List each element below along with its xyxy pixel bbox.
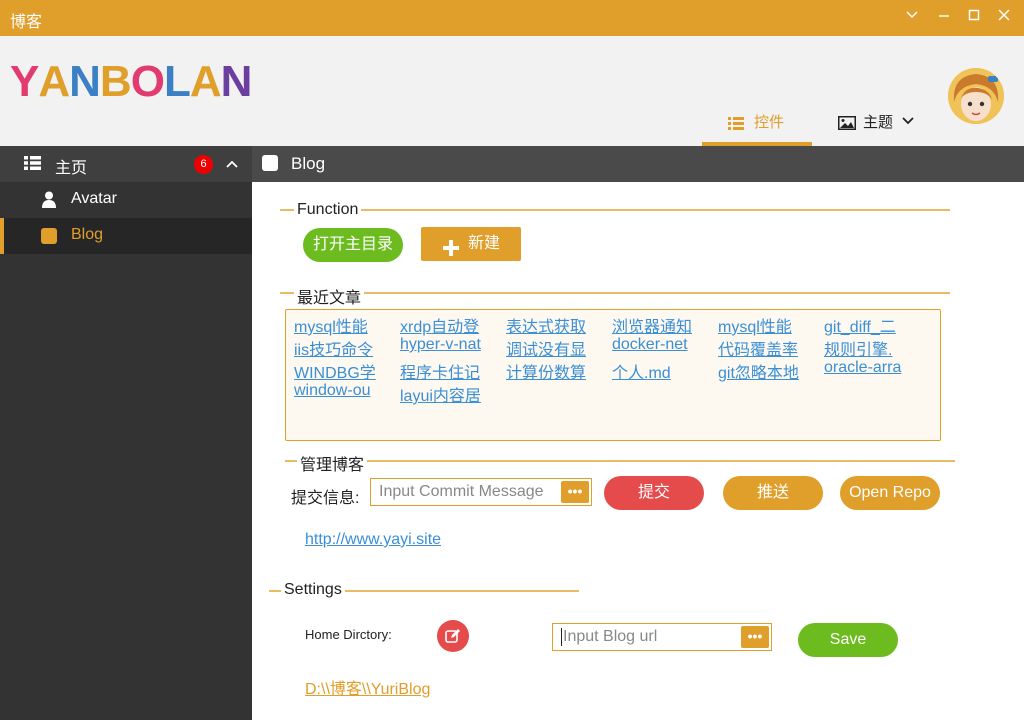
article-link[interactable]: xrdp自动登 (400, 313, 496, 337)
user-icon (42, 191, 56, 213)
article-link[interactable]: window-ou (294, 382, 390, 400)
open-repo-button[interactable]: Open Repo (840, 476, 940, 510)
maximize-button[interactable] (962, 6, 986, 30)
logo-letter: A (38, 57, 70, 106)
edit-home-dir-button[interactable] (437, 620, 469, 652)
article-link[interactable]: 表达式获取 (506, 313, 602, 337)
commit-message-input[interactable]: Input Commit Message (370, 478, 592, 506)
logo-letter: B (99, 57, 132, 106)
article-link[interactable]: WINDBG学 (294, 359, 390, 383)
tab-theme[interactable]: 主题 (838, 106, 928, 146)
push-button[interactable]: 推送 (723, 476, 823, 510)
article-link[interactable]: hyper-v-nat (400, 336, 496, 354)
sidebar: 主页 6 Avatar Blog (0, 146, 252, 720)
home-path-link[interactable]: D:\\博客\\YuriBlog (305, 675, 430, 699)
logo-letter: A (189, 57, 222, 106)
submit-button[interactable]: 提交 (604, 476, 704, 510)
close-icon (998, 9, 1010, 21)
article-link[interactable]: 规则引擎. (824, 336, 920, 360)
tab-theme-label: 主题 (863, 114, 894, 131)
article-link[interactable]: iis技巧命令 (294, 336, 390, 360)
save-button[interactable]: Save (798, 623, 898, 657)
sidebar-home-label: 主页 (55, 160, 88, 177)
sidebar-home-group[interactable]: 主页 6 (0, 146, 252, 182)
app-logo: YANBOLAN (10, 57, 253, 106)
window-title: 博客 (10, 14, 43, 31)
chevron-down-icon (902, 106, 914, 140)
open-home-dir-button[interactable]: 打开主目录 (303, 228, 403, 262)
close-button[interactable] (992, 6, 1016, 30)
commit-more-button[interactable]: ••• (561, 481, 589, 503)
manage-legend: 管理博客 (297, 451, 368, 475)
article-link[interactable]: mysql性能 (718, 313, 814, 337)
blog-url-placeholder: Input Blog url (563, 628, 658, 645)
text-cursor (561, 627, 562, 646)
article-link[interactable]: docker-net (612, 336, 708, 354)
logo-letter: N (69, 57, 101, 106)
article-link[interactable]: 计算份数算 (506, 359, 602, 383)
manage-rule (285, 460, 955, 462)
tab-controls[interactable]: 控件 (702, 106, 812, 146)
recent-articles-list: mysql性能 xrdp自动登 表达式获取 浏览器通知 mysql性能 git_diff_… (285, 309, 941, 441)
settings-legend: Settings (281, 581, 345, 599)
commit-label: 提交信息: (291, 490, 360, 507)
chevron-down-icon (906, 11, 918, 19)
square-icon (41, 228, 57, 249)
content-title: Blog (291, 154, 326, 173)
minimize-icon (939, 15, 949, 17)
article-link[interactable]: git忽略本地 (718, 359, 814, 383)
home-dir-label: Home Dirctory: (305, 627, 392, 642)
blog-url-input[interactable]: Input Blog url (552, 623, 772, 651)
sidebar-item-blog[interactable]: Blog (0, 218, 252, 254)
sidebar-item-label: Blog (71, 226, 104, 243)
article-link[interactable]: oracle-arra (824, 359, 920, 377)
article-link[interactable]: git_diff_二 (824, 313, 920, 337)
new-post-button[interactable]: 新建 (421, 227, 521, 261)
blog-checkbox-icon (262, 155, 278, 176)
notification-badge: 6 (194, 155, 213, 174)
recent-legend: 最近文章 (294, 284, 365, 308)
tab-controls-label: 控件 (754, 114, 785, 131)
logo-letter: Y (10, 57, 39, 106)
edit-icon (445, 628, 461, 649)
logo-letter: O (130, 57, 165, 106)
function-legend: Function (294, 201, 362, 219)
list-icon (728, 106, 744, 140)
article-link[interactable]: 浏览器通知 (612, 313, 708, 337)
article-link[interactable]: 调试没有显 (506, 336, 602, 360)
article-link[interactable]: 个人.md (612, 359, 708, 383)
article-link[interactable]: 程序卡住记 (400, 359, 496, 383)
commit-placeholder: Input Commit Message (379, 483, 544, 500)
site-url-link[interactable]: http://www.yayi.site (305, 531, 441, 549)
chevron-up-icon (226, 157, 238, 175)
minimize-button[interactable] (932, 6, 956, 30)
collapse-button[interactable] (900, 6, 924, 30)
sidebar-item-label: Avatar (71, 190, 117, 207)
content-header: Blog (252, 146, 1024, 182)
article-link[interactable]: 代码覆盖率 (718, 336, 814, 360)
list-icon (24, 156, 41, 175)
plus-icon (443, 235, 459, 269)
maximize-icon (968, 9, 980, 21)
main-panel: Function 打开主目录 新建 最近文章 mysql性能 xrdp自动登 表达式… (252, 182, 1024, 720)
blog-url-more-button[interactable]: ••• (741, 626, 769, 648)
user-avatar[interactable] (948, 68, 1004, 124)
logo-letter: L (163, 57, 191, 106)
article-link[interactable]: mysql性能 (294, 313, 390, 337)
function-rule (280, 209, 950, 211)
sidebar-item-avatar[interactable]: Avatar (0, 182, 252, 218)
article-link[interactable]: layui内容居 (400, 382, 496, 406)
app-header: YANBOLAN 控件 主题 (0, 36, 1024, 146)
image-icon (838, 106, 856, 140)
logo-letter: N (220, 57, 253, 106)
title-bar: 博客 (0, 0, 1024, 36)
recent-rule (280, 292, 950, 294)
new-post-label: 新建 (468, 235, 501, 252)
